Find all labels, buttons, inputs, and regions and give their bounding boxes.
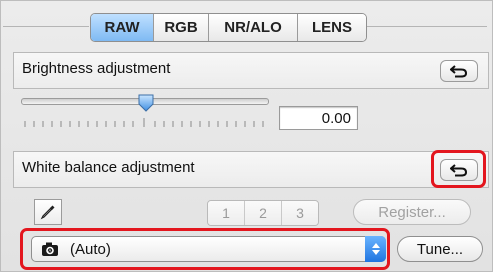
brightness-slider-thumb[interactable] — [137, 94, 155, 112]
undo-arrow-icon — [450, 65, 468, 78]
eyedropper-icon — [40, 205, 55, 220]
tune-button[interactable]: Tune... — [397, 236, 483, 262]
tab-lens[interactable]: LENS — [298, 14, 366, 41]
slider-tick-marks — [24, 118, 264, 127]
white-balance-reset-button[interactable] — [440, 159, 478, 181]
select-arrows-icon — [365, 236, 386, 262]
white-balance-select[interactable]: A (Auto) — [31, 236, 386, 262]
wb-preset-3-button[interactable]: 3 — [282, 201, 318, 225]
register-button[interactable]: Register... — [353, 199, 471, 225]
brightness-reset-button[interactable] — [440, 60, 478, 82]
tab-raw[interactable]: RAW — [91, 14, 154, 41]
tabs-divider — [365, 26, 487, 27]
wb-preset-2-button[interactable]: 2 — [245, 201, 282, 225]
wb-preset-group: 1 2 3 — [207, 200, 319, 226]
tab-bar: RAW RGB NR/ALO LENS — [90, 13, 367, 42]
white-balance-title: White balance adjustment — [22, 159, 195, 176]
tab-nr-alo[interactable]: NR/ALO — [209, 14, 298, 41]
brightness-title: Brightness adjustment — [22, 60, 171, 77]
wb-preset-1-button[interactable]: 1 — [208, 201, 245, 225]
brightness-section-header: Brightness adjustment — [13, 52, 489, 89]
undo-arrow-icon — [450, 164, 468, 177]
svg-text:A: A — [48, 248, 51, 253]
white-balance-selected-value: (Auto) — [70, 241, 111, 258]
white-balance-section-header: White balance adjustment — [13, 151, 489, 188]
camera-icon: A — [42, 242, 58, 256]
white-balance-picker-button[interactable] — [34, 199, 62, 225]
tab-rgb[interactable]: RGB — [154, 14, 209, 41]
tabs-divider — [3, 26, 89, 27]
brightness-value-field[interactable]: 0.00 — [279, 106, 358, 130]
